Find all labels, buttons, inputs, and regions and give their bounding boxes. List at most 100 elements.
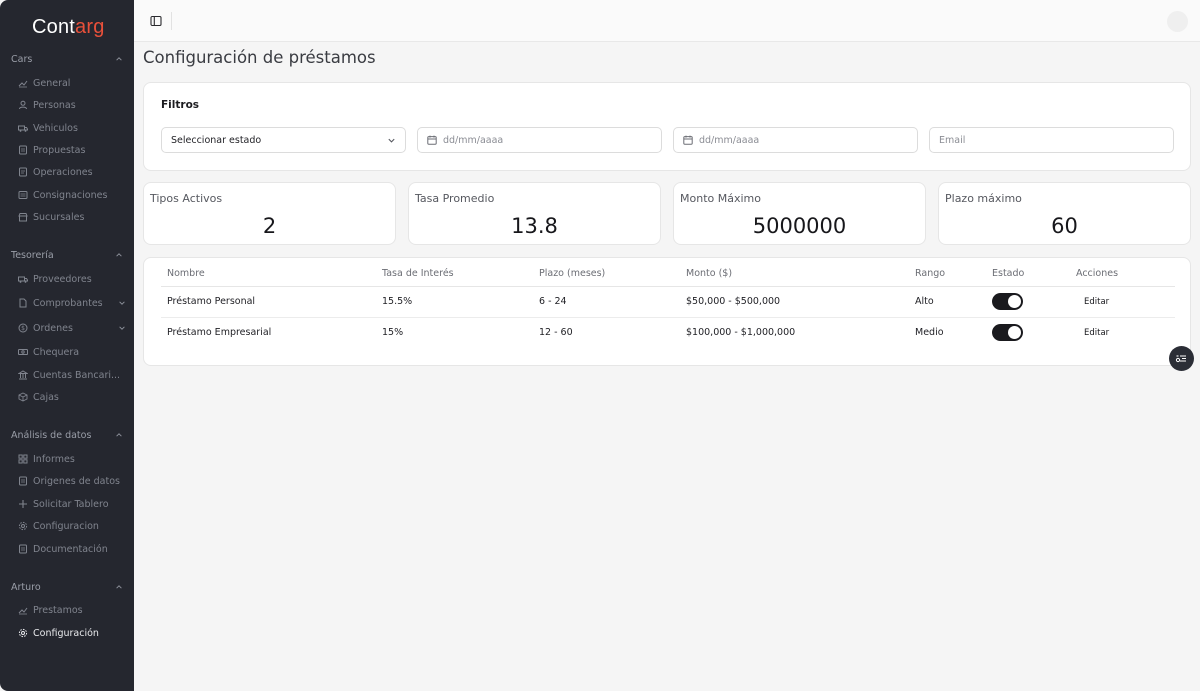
email-field[interactable]: Email [929, 127, 1174, 153]
sidebar-item-chequera[interactable]: Chequera [18, 344, 126, 360]
edit-button[interactable]: Editar [1076, 325, 1117, 341]
edit-button[interactable]: Editar [1076, 294, 1117, 310]
cell-tasa: 15% [382, 327, 404, 339]
store-icon [18, 212, 28, 222]
chevron-down-icon [119, 301, 125, 305]
top-bar-divider [171, 12, 172, 30]
column-header: Plazo (meses) [533, 262, 680, 287]
truck-icon [18, 274, 28, 284]
loans-table: Nombre Tasa de Interés Plazo (meses) Mon… [161, 262, 1175, 348]
sidebar-item-label: Origenes de datos [33, 475, 120, 487]
stat-card-monto-maximo: Monto Máximo 5000000 [673, 182, 926, 245]
sidebar-item-label: Consignaciones [33, 189, 108, 201]
sidebar-item-vehiculos[interactable]: Vehiculos [18, 120, 126, 136]
loans-table-card: Nombre Tasa de Interés Plazo (meses) Mon… [143, 257, 1191, 366]
chevron-down-icon [388, 138, 395, 143]
sidebar-item-ordenes[interactable]: $ Ordenes [18, 320, 126, 336]
calendar-icon [683, 135, 693, 145]
cell-monto: $100,000 - $1,000,000 [686, 327, 796, 339]
sidebar-item-configuracion[interactable]: Configuración [18, 625, 126, 641]
sidebar-item-label: Operaciones [33, 166, 93, 178]
sidebar-item-label: Configuración [33, 627, 99, 639]
date-from-field[interactable]: dd/mm/aaaa [417, 127, 662, 153]
chevron-down-icon [119, 326, 125, 330]
sidebar-toggle-icon[interactable] [150, 15, 162, 27]
table-header-row: Nombre Tasa de Interés Plazo (meses) Mon… [161, 262, 1175, 287]
sidebar-section-arturo[interactable]: Arturo [11, 579, 123, 595]
sidebar-item-solicitar-tablero[interactable]: Solicitar Tablero [18, 496, 126, 512]
sidebar-item-label: Ordenes [33, 322, 73, 334]
cell-plazo: 6 - 24 [533, 286, 680, 318]
sidebar-section-title: Arturo [11, 581, 41, 593]
document-icon [18, 476, 28, 486]
stat-label: Monto Máximo [680, 192, 761, 205]
sidebar-item-origenes-de-datos[interactable]: Origenes de datos [18, 473, 126, 489]
sidebar-item-sucursales[interactable]: Sucursales [18, 209, 126, 225]
avatar[interactable] [1167, 11, 1188, 32]
stat-card-tasa-promedio: Tasa Promedio 13.8 [408, 182, 661, 245]
file-icon [18, 298, 28, 308]
stat-card-tipos-activos: Tipos Activos 2 [143, 182, 396, 245]
cell-plazo: 12 - 60 [539, 327, 573, 339]
toggle-knob [1008, 295, 1021, 308]
cell-acciones: Editar [1070, 286, 1175, 318]
sidebar-item-consignaciones[interactable]: Consignaciones [18, 187, 126, 203]
chevron-up-icon [116, 253, 122, 257]
document-icon [18, 544, 28, 554]
chevron-up-icon [116, 57, 122, 61]
cell-estado [986, 286, 1070, 318]
sidebar-section-tesoreria[interactable]: Tesorería [11, 247, 123, 263]
filters-title: Filtros [161, 99, 200, 111]
stat-value: 13.8 [511, 214, 558, 238]
sidebar-item-label: Configuracion [33, 520, 99, 532]
sidebar-item-general[interactable]: General [18, 75, 126, 91]
sidebar-item-label: Cuentas Bancari... [33, 369, 121, 381]
date-from-placeholder: dd/mm/aaaa [443, 134, 504, 146]
sidebar-item-label: Vehiculos [33, 122, 78, 134]
sidebar-item-cuentas-bancarias[interactable]: Cuentas Bancari... [18, 367, 126, 383]
user-icon [18, 100, 28, 110]
sidebar-item-informes[interactable]: Informes [18, 451, 126, 467]
box-icon [18, 392, 28, 402]
estado-toggle[interactable] [992, 324, 1023, 342]
sidebar-item-proveedores[interactable]: Proveedores [18, 271, 126, 287]
sidebar-item-documentacion[interactable]: Documentación [18, 541, 126, 557]
brand-name-accent: arg [75, 16, 105, 38]
gear-icon [18, 628, 28, 638]
cell-estado [986, 317, 1070, 348]
stat-value: 60 [1051, 214, 1078, 238]
date-to-field[interactable]: dd/mm/aaaa [673, 127, 918, 153]
estado-select[interactable]: Seleccionar estado [161, 127, 406, 153]
filter-settings-button[interactable] [1169, 346, 1194, 371]
sidebar-item-prestamos[interactable]: Prestamos [18, 602, 126, 618]
sidebar-item-cajas[interactable]: Cajas [18, 389, 126, 405]
estado-select-value: Seleccionar estado [171, 134, 262, 146]
sidebar-item-propuestas[interactable]: Propuestas [18, 142, 126, 158]
sidebar-section-title: Tesorería [11, 249, 54, 261]
dollar-icon: $ [18, 323, 28, 333]
sidebar-item-configuracion-datos[interactable]: Configuracion [18, 518, 126, 534]
column-header: Nombre [161, 262, 376, 287]
chart-icon [18, 78, 28, 88]
brand-logo[interactable]: Contarg [32, 16, 105, 39]
sidebar-item-label: Proveedores [33, 273, 92, 285]
sidebar-item-personas[interactable]: Personas [18, 97, 126, 113]
sidebar-section-title: Análisis de datos [11, 429, 92, 441]
table-row: Préstamo Personal 15.5% 6 - 24 $50,000 -… [161, 286, 1175, 318]
estado-toggle[interactable] [992, 293, 1023, 310]
sidebar: Contarg Cars General Personas Vehiculos … [0, 0, 134, 691]
sidebar-item-label: Prestamos [33, 604, 83, 616]
cell-acciones: Editar [1070, 317, 1175, 348]
sidebar-item-comprobantes[interactable]: Comprobantes [18, 295, 126, 311]
stat-value: 5000000 [752, 214, 847, 238]
sidebar-section-analisis[interactable]: Análisis de datos [11, 427, 123, 443]
settings-list-icon [1175, 355, 1186, 363]
sidebar-item-label: Cajas [33, 391, 59, 403]
sidebar-item-label: Documentación [33, 543, 108, 555]
cell-tasa: 15.5% [376, 286, 533, 318]
stat-label: Tipos Activos [150, 192, 223, 205]
email-placeholder: Email [939, 134, 966, 146]
sidebar-section-cars[interactable]: Cars [11, 51, 123, 67]
document-icon [18, 145, 28, 155]
sidebar-item-operaciones[interactable]: Operaciones [18, 164, 126, 180]
